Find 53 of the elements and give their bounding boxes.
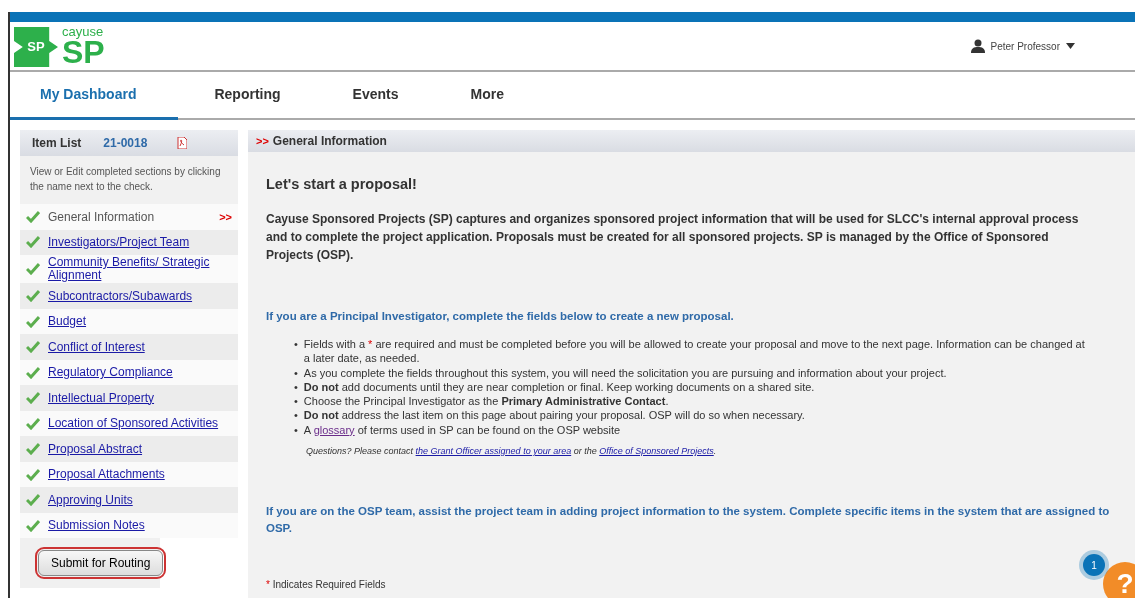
check-icon xyxy=(26,494,40,507)
bullet-text: As you complete the fields throughout this system, you will need the solicitation you are pursuing and information about your project. xyxy=(303,365,947,380)
nav-tab[interactable]: More xyxy=(434,72,540,120)
check-icon xyxy=(26,341,40,354)
nav-tab[interactable]: Reporting xyxy=(178,72,317,120)
user-menu[interactable]: Peter Professor xyxy=(970,38,1075,54)
check-icon xyxy=(26,290,40,303)
bullet-marker: • xyxy=(294,422,298,438)
bullet-text: Do not add documents until they are near completion or final. Keep working documents on a shared site. xyxy=(303,379,815,395)
bullet-text: Do not address the last item on this page about pairing your proposal. OSP will do so when necessary. xyxy=(303,408,805,423)
bullet-marker: • xyxy=(294,394,298,409)
section-link[interactable]: Budget xyxy=(48,315,87,329)
bullet-text: A glossary of terms used in SP can be found on the OSP website xyxy=(303,422,621,438)
bullet-text: Choose the Principal Investigator as the Primary Administrative Contact. xyxy=(303,394,669,409)
pdf-icon[interactable] xyxy=(177,137,188,149)
check-icon xyxy=(26,366,40,379)
bullet-marker: • xyxy=(294,408,298,423)
current-marker: >> xyxy=(219,209,232,225)
link[interactable]: the Grant Officer assigned to your area xyxy=(415,446,572,457)
link[interactable]: glossary xyxy=(313,423,355,436)
check-icon xyxy=(26,519,40,532)
required-mark: * xyxy=(266,579,270,591)
contact-text: Questions? Please contact the Grant Officer assigned to your area or the Office of Sponsored Projects. xyxy=(305,445,718,459)
check-icon xyxy=(26,315,40,328)
check-icon xyxy=(26,392,40,405)
bullet-marker: • xyxy=(294,337,298,352)
user-icon xyxy=(970,39,985,53)
proposal-number: 21-0018 xyxy=(103,135,148,152)
page-heading: Let's start a proposal! xyxy=(266,175,418,194)
bullet-text: Fields with a * are required and must be completed before you will be allowed to create your proposal and move to the next page. Information can be changed at a later date, as needed. xyxy=(303,337,1086,366)
bullet-marker: • xyxy=(294,365,298,380)
section-name: General Information xyxy=(48,208,155,226)
caret-icon xyxy=(1066,43,1075,49)
submit-for-routing-button[interactable]: Submit for Routing xyxy=(38,550,164,577)
check-icon xyxy=(26,210,40,223)
check-icon xyxy=(26,468,40,481)
nav-tab[interactable]: My Dashboard xyxy=(10,72,179,120)
logo: SP cayuse SP xyxy=(14,25,105,67)
panel-title: Item List xyxy=(32,135,82,152)
check-icon xyxy=(26,263,40,276)
notification-badge: 1 xyxy=(1083,554,1105,576)
check-icon xyxy=(26,236,40,249)
intro-paragraph: Cayuse Sponsored Projects (SP) captures and organizes sponsored project information that will be used for SLCC's internal approval process and to complete the project application. Proposals must be created for all sponsored projects. SP is managed by the Office of Sponsored Projects (OSP). xyxy=(266,210,1080,264)
instructions-text: View or Edit completed sections by clicking the name next to the check. xyxy=(20,156,238,204)
required-note: Indicates Required Fields xyxy=(272,579,386,591)
instruction-heading: If you are on the OSP team, assist the project team in adding project information to the system. Complete specific items in the system that are assigned to OSP. xyxy=(266,503,1111,536)
check-icon xyxy=(26,417,40,430)
section-title: General Information xyxy=(272,133,387,150)
bullet-marker: • xyxy=(294,379,298,395)
instruction-heading: If you are a Principal Investigator, complete the fields below to create a new proposal. xyxy=(266,308,735,324)
nav-tab[interactable]: Events xyxy=(316,72,435,120)
current-marker: >> xyxy=(256,133,269,149)
check-icon xyxy=(26,443,40,456)
